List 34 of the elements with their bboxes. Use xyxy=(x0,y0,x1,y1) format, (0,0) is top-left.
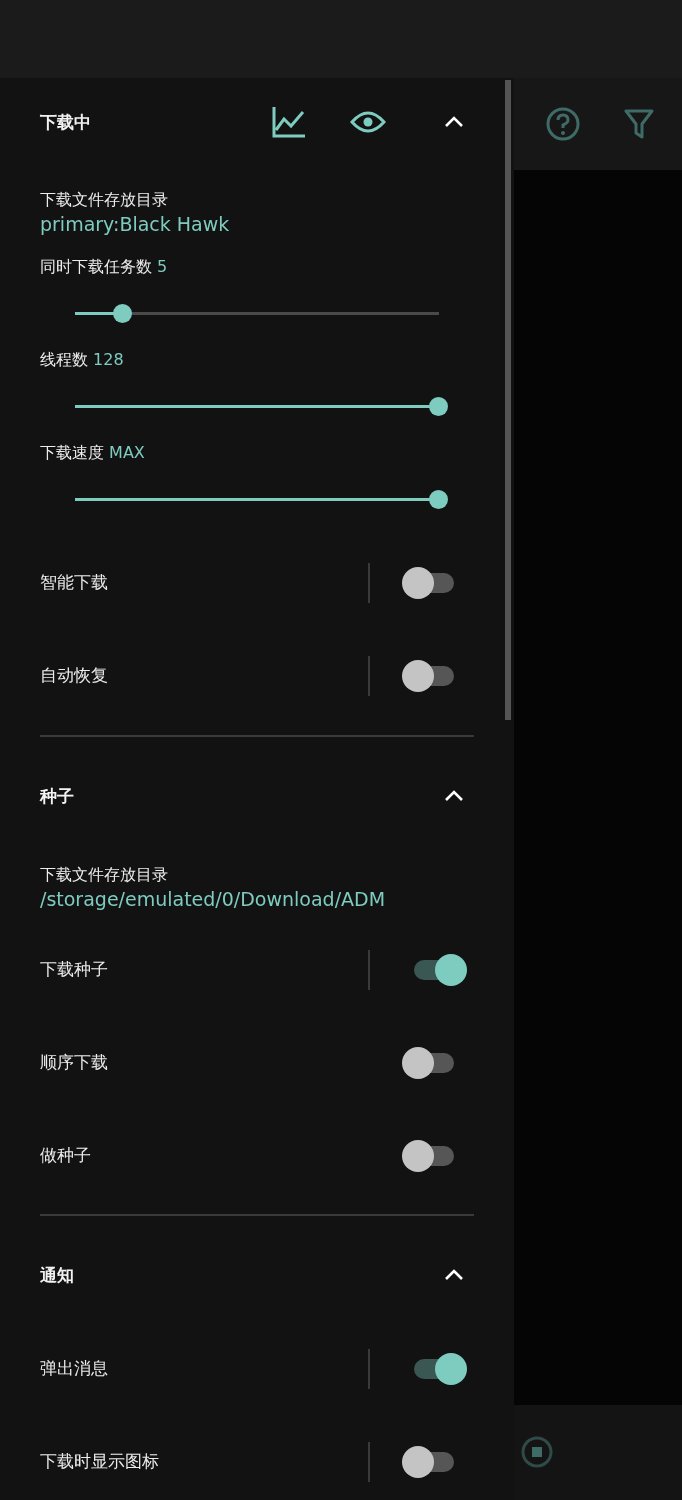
slider-thumb[interactable] xyxy=(429,397,448,416)
collapse-button[interactable] xyxy=(444,116,464,128)
collapse-button[interactable] xyxy=(444,1269,464,1281)
directory-label: 下载文件存放目录 xyxy=(40,865,169,885)
chevron-up-icon xyxy=(444,790,464,802)
section-title: 通知 xyxy=(40,1263,75,1287)
eye-icon xyxy=(350,110,386,134)
filter-icon[interactable] xyxy=(624,108,654,140)
slider-label: 同时下载任务数 5 xyxy=(40,256,168,278)
setting-label: 顺序下载 xyxy=(40,1051,109,1074)
directory-path[interactable]: /storage/emulated/0/Download/ADM xyxy=(40,885,474,913)
section-title: 下载中 xyxy=(40,110,92,134)
visibility-button[interactable] xyxy=(350,110,386,134)
slider-thumb[interactable] xyxy=(429,490,448,509)
chevron-up-icon xyxy=(444,1269,464,1281)
directory-path[interactable]: primary:Black Hawk xyxy=(40,210,474,238)
help-icon[interactable] xyxy=(546,107,580,141)
collapse-button[interactable] xyxy=(444,790,464,802)
slider-label: 下载速度 MAX xyxy=(40,442,145,464)
stop-icon[interactable] xyxy=(520,1435,554,1469)
setting-label: 下载种子 xyxy=(40,958,109,981)
chart-button[interactable] xyxy=(272,106,306,138)
setting-label: 做种子 xyxy=(40,1144,92,1167)
directory-label: 下载文件存放目录 xyxy=(40,190,169,210)
setting-label: 下载时显示图标 xyxy=(40,1450,160,1473)
section-title: 种子 xyxy=(40,784,75,808)
scrollbar[interactable] xyxy=(505,80,511,720)
setting-label: 弹出消息 xyxy=(40,1357,109,1380)
slider-thumb[interactable] xyxy=(113,304,133,323)
setting-label: 自动恢复 xyxy=(40,664,109,687)
chevron-up-icon xyxy=(444,116,464,128)
slider-label: 线程数 128 xyxy=(40,349,124,371)
setting-label: 智能下载 xyxy=(40,571,109,594)
line-chart-icon xyxy=(272,106,306,138)
